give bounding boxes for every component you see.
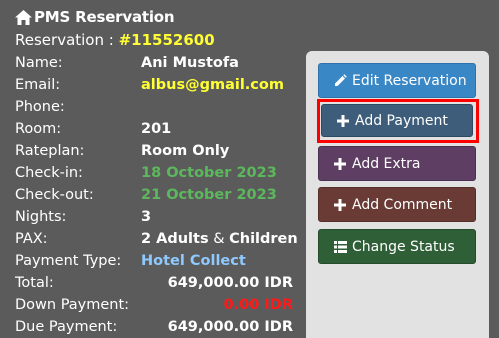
edit-reservation-button[interactable]: Edit Reservation (318, 63, 476, 98)
detail-row-name: Name: Ani Mustofa (15, 52, 300, 74)
checkout-date: 21 October 2023 (141, 187, 277, 203)
down-payment-amount: 0.00 IDR (223, 297, 293, 313)
detail-row-checkin: Check-in: 18 October 2023 (15, 162, 300, 184)
change-status-label: Change Status (352, 238, 455, 255)
plus-icon (333, 198, 347, 211)
due-payment-label: Due Payment: (15, 319, 118, 335)
plus-icon (336, 114, 350, 127)
plus-icon (333, 157, 347, 170)
total-amount: 649,000.00 IDR (167, 275, 293, 291)
reservation-line: Reservation : #11552600 (15, 31, 215, 49)
room-label: Room: (15, 121, 62, 137)
total-label: Total: (15, 275, 54, 291)
payment-type-value: Hotel Collect (141, 253, 246, 269)
nights-label: Nights: (15, 209, 67, 225)
guest-name: Ani Mustofa (141, 55, 239, 71)
actions-panel: Edit Reservation Add Payment Add Extra A… (306, 51, 489, 338)
add-extra-button[interactable]: Add Extra (318, 146, 476, 181)
detail-row-email: Email: albus@gmail.com (15, 74, 300, 96)
detail-row-rateplan: Rateplan: Room Only (15, 140, 300, 162)
detail-row-down-payment: Down Payment: 0.00 IDR (15, 294, 300, 316)
reservation-label: Reservation : (15, 31, 119, 49)
phone-label: Phone: (15, 99, 65, 115)
detail-row-phone: Phone: (15, 96, 300, 118)
pax-children: Children (229, 231, 298, 247)
change-status-button[interactable]: Change Status (318, 229, 476, 264)
rateplan-value: Room Only (141, 143, 230, 159)
add-payment-button[interactable]: Add Payment (321, 104, 473, 137)
pax-label: PAX: (15, 231, 48, 247)
detail-row-payment-type: Payment Type: Hotel Collect (15, 250, 300, 272)
detail-row-total: Total: 649,000.00 IDR (15, 272, 300, 294)
home-icon (15, 9, 32, 25)
detail-row-room: Room: 201 (15, 118, 300, 140)
email-label: Email: (15, 77, 61, 93)
list-icon (333, 240, 347, 253)
pax-adults: 2 Adults (141, 231, 209, 247)
guest-email: albus@gmail.com (141, 77, 284, 93)
edit-reservation-label: Edit Reservation (352, 72, 467, 89)
due-payment-amount: 649,000.00 IDR (167, 319, 293, 335)
pax-value: 2 Adults & Children (141, 228, 298, 250)
payment-type-label: Payment Type: (15, 253, 122, 269)
page-title: PMS Reservation (15, 8, 175, 26)
checkin-date: 18 October 2023 (141, 165, 277, 181)
down-payment-label: Down Payment: (15, 297, 130, 313)
detail-row-pax: PAX: 2 Adults & Children (15, 228, 300, 250)
checkout-label: Check-out: (15, 187, 94, 203)
rateplan-label: Rateplan: (15, 143, 85, 159)
detail-row-nights: Nights: 3 (15, 206, 300, 228)
add-comment-label: Add Comment (352, 196, 453, 213)
detail-row-due-payment: Due Payment: 649,000.00 IDR (15, 316, 300, 338)
nights-value: 3 (141, 209, 152, 225)
add-extra-label: Add Extra (352, 155, 421, 172)
pencil-icon (333, 74, 347, 87)
add-comment-button[interactable]: Add Comment (318, 187, 476, 222)
reservation-details: Name: Ani Mustofa Email: albus@gmail.com… (15, 52, 300, 338)
room-number: 201 (141, 121, 172, 137)
checkin-label: Check-in: (15, 165, 83, 181)
page-title-text: PMS Reservation (34, 8, 175, 26)
detail-row-checkout: Check-out: 21 October 2023 (15, 184, 300, 206)
name-label: Name: (15, 55, 63, 71)
pax-separator: & (208, 231, 230, 247)
reservation-number: #11552600 (118, 31, 215, 49)
add-payment-label: Add Payment (355, 112, 448, 129)
